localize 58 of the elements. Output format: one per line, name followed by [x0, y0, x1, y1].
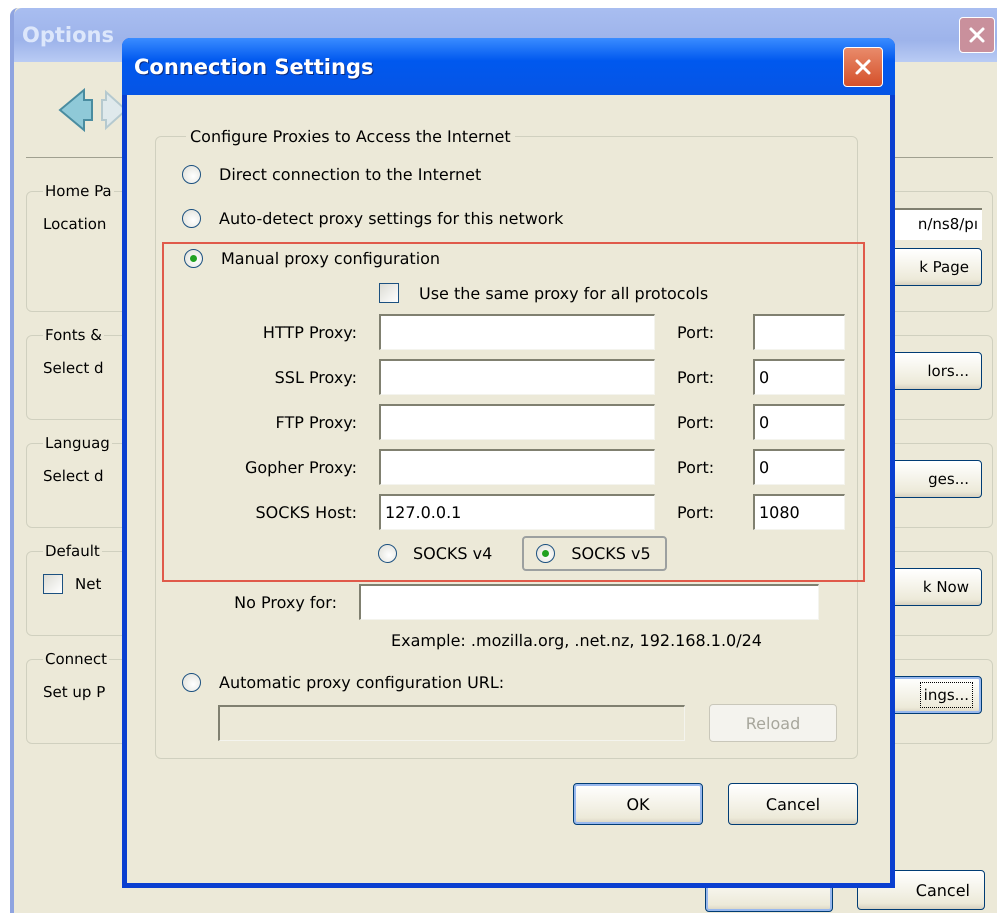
port-label: Port: — [677, 322, 716, 342]
checkbox[interactable] — [43, 574, 63, 594]
radio-label: Manual proxy configuration — [221, 248, 440, 268]
no-proxy-label: No Proxy for: — [233, 592, 337, 612]
dialog-title: Connection Settings — [134, 54, 374, 78]
group-title: Languag — [44, 434, 111, 452]
port-label: Port: — [677, 502, 716, 522]
group-title: Connect — [44, 650, 108, 668]
proxy-label: FTP Proxy: — [274, 412, 357, 432]
port-label: Port: — [677, 458, 716, 476]
back-arrow-icon[interactable] — [56, 86, 96, 134]
setting-label: Select d — [43, 467, 104, 485]
setting-label: Location — [43, 215, 106, 233]
proxy-host-field[interactable] — [379, 359, 655, 395]
port-field[interactable]: 0 — [753, 404, 845, 440]
radio-button[interactable] — [184, 248, 203, 268]
proxy-label: SSL Proxy: — [274, 368, 357, 386]
radio-button[interactable] — [378, 544, 397, 562]
port-label: Port: — [677, 412, 716, 432]
group-title: Configure Proxies to Access the Internet — [189, 127, 512, 146]
checkbox-label: Use the same proxy for all protocols — [419, 284, 708, 302]
checkbox[interactable] — [379, 283, 399, 303]
radio-label: Auto-detect proxy settings for this network — [219, 208, 564, 228]
radio-label: SOCKS v4 — [413, 544, 492, 562]
close-icon — [967, 25, 987, 45]
group-title: Home Pa — [44, 182, 113, 200]
proxy-host-field[interactable]: 127.0.0.1 — [379, 494, 655, 530]
port-field[interactable]: 1080 — [753, 494, 845, 530]
port-field[interactable]: 0 — [753, 359, 845, 395]
proxy-host-field[interactable] — [379, 314, 655, 350]
radio-button[interactable] — [182, 208, 201, 228]
window-title: Options — [22, 23, 114, 47]
radio-label: SOCKS v5 — [571, 544, 651, 562]
group-title: Default — [44, 542, 101, 560]
radio-label: Automatic proxy configuration URL: — [219, 672, 504, 692]
proxy-host-field[interactable] — [379, 449, 655, 485]
no-proxy-field[interactable] — [359, 584, 819, 620]
setting-label: Set up P — [43, 683, 106, 701]
proxy-host-field[interactable] — [379, 404, 655, 440]
radio-option[interactable]: SOCKS v5 — [522, 536, 667, 570]
proxy-label: HTTP Proxy: — [262, 322, 357, 342]
port-field[interactable]: 0 — [753, 449, 845, 485]
port-field[interactable] — [753, 314, 845, 350]
dialog-button[interactable]: Cancel — [728, 783, 858, 825]
setting-label: Select d — [43, 359, 104, 377]
proxy-label: Gopher Proxy: — [244, 458, 357, 476]
radio-option[interactable]: SOCKS v4 — [364, 536, 508, 570]
proxy-label: SOCKS Host: — [254, 502, 357, 522]
close-button[interactable] — [843, 46, 883, 86]
radio-label: Direct connection to the Internet — [219, 164, 482, 184]
dialog-button[interactable]: OK — [573, 783, 703, 825]
radio-button[interactable] — [182, 164, 201, 184]
radio-button[interactable] — [536, 544, 556, 562]
checkbox-label: Net — [75, 575, 102, 593]
example-text: Example: .mozilla.org, .net.nz, 192.168.1.0/24 — [390, 630, 763, 652]
port-label: Port: — [677, 368, 716, 386]
close-button[interactable] — [959, 17, 995, 53]
group-title: Fonts & — [44, 326, 103, 344]
